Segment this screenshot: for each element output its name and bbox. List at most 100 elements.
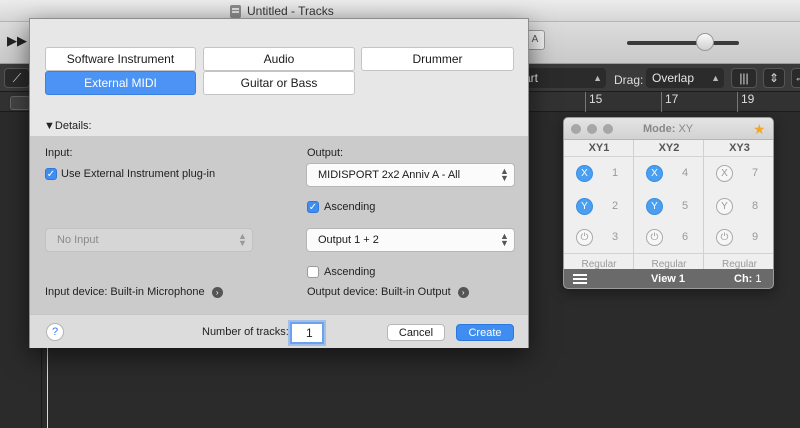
cancel-button[interactable]: Cancel	[387, 324, 445, 341]
details-section: Input: ✓ Use External Instrument plug-in…	[30, 136, 528, 314]
drag-mode-select[interactable]: Overlap ▲▼	[646, 68, 724, 103]
type-drummer-button[interactable]: Drummer	[361, 47, 514, 71]
power-icon[interactable]: ⏻	[576, 229, 593, 246]
input-device-arrow-icon[interactable]: ›	[211, 286, 223, 298]
input-select[interactable]: No Input ▲ ▼	[45, 228, 253, 252]
input-device-row: Input device: Built-in Microphone ›	[45, 286, 223, 298]
input-select-chevron-icon: ▲ ▼	[238, 231, 247, 248]
output-device-row: Output device: Built-in Output ›	[307, 286, 469, 298]
audio-output-value: Output 1 + 2	[318, 234, 379, 246]
power-number: 9	[752, 231, 759, 243]
horizontal-zoom-icon[interactable]: ⇔	[791, 68, 800, 88]
mode-value: XY	[678, 123, 694, 135]
number-of-tracks-input[interactable]: 1	[290, 322, 324, 344]
snap-select[interactable]: art ▲▼	[520, 68, 606, 103]
xy-column-1: XY1 X 1 Y 2 ⏻ 3 Regular	[564, 140, 634, 274]
midi-output-chevron-icon: ▲ ▼	[500, 166, 509, 183]
close-window-icon[interactable]	[571, 124, 581, 134]
y-axis-number: 8	[752, 200, 759, 212]
new-tracks-dialog: Software Instrument Audio Drummer Extern…	[29, 18, 529, 348]
midi-output-value: MIDISPORT 2x2 Anniv A - All	[318, 169, 461, 181]
xy-panel-header: Mode: XY ★	[564, 118, 773, 140]
window-title-area: Untitled - Tracks	[230, 4, 334, 18]
document-icon	[230, 4, 241, 18]
ruler-bar-15: 15	[589, 92, 603, 106]
y-axis-toggle-button[interactable]: Y	[716, 198, 733, 215]
menu-icon[interactable]	[573, 274, 587, 276]
audio-output-chevron-icon: ▲ ▼	[500, 231, 509, 248]
type-software-instrument-button[interactable]: Software Instrument	[45, 47, 196, 71]
xy-column-title: XY2	[634, 140, 704, 157]
channel-indicator[interactable]: Ch: 1	[734, 273, 762, 285]
midi-output-select[interactable]: MIDISPORT 2x2 Anniv A - All ▲ ▼	[306, 163, 515, 187]
number-of-tracks-label: Number of tracks:	[202, 326, 289, 338]
type-guitar-or-bass-button[interactable]: Guitar or Bass	[203, 71, 355, 95]
ascending-midi-checkbox[interactable]: ✓	[307, 201, 319, 213]
input-select-value: No Input	[57, 234, 99, 246]
xy-column-3: XY3 X 7 Y 8 ⏻ 9 Regular	[704, 140, 773, 274]
input-device-label: Input device: Built-in Microphone	[45, 286, 205, 298]
x-axis-number: 7	[752, 167, 759, 179]
xy-controller-panel: Mode: XY ★ XY1 X 1 Y 2 ⏻ 3 Regular XY2 X…	[563, 117, 774, 289]
waveform-zoom-icon[interactable]: |||	[731, 68, 757, 88]
output-label: Output:	[307, 147, 344, 159]
master-volume-knob[interactable]	[696, 33, 714, 51]
details-label: Details:	[54, 120, 92, 132]
y-axis-toggle-button[interactable]: Y	[576, 198, 593, 215]
track-header-button[interactable]	[10, 96, 30, 110]
y-axis-toggle-button[interactable]: Y	[646, 198, 663, 215]
use-external-plugin-label: Use External Instrument plug-in	[61, 168, 216, 180]
drag-label: Drag:	[614, 73, 644, 87]
drag-mode-value: Overlap	[652, 71, 695, 85]
output-device-arrow-icon[interactable]: ›	[457, 286, 469, 298]
help-button[interactable]: ?	[46, 323, 64, 341]
window-title: Untitled - Tracks	[247, 4, 334, 18]
minimize-window-icon[interactable]	[587, 124, 597, 134]
xy-panel-footer: View 1 Ch: 1	[564, 269, 773, 288]
mode-indicator: Mode: XY	[643, 123, 693, 135]
ascending-audio-label: Ascending	[324, 266, 376, 278]
input-label: Input:	[45, 147, 73, 159]
ruler-bar-17: 17	[665, 92, 679, 106]
x-axis-number: 4	[682, 167, 689, 179]
xy-column-title: XY3	[704, 140, 773, 157]
x-axis-toggle-button[interactable]: X	[646, 165, 663, 182]
x-axis-toggle-button[interactable]: X	[576, 165, 593, 182]
favorite-star-icon[interactable]: ★	[753, 121, 766, 138]
y-axis-number: 2	[612, 200, 619, 212]
dialog-footer: ? Number of tracks: 1 Cancel Create	[30, 314, 528, 348]
zoom-window-icon[interactable]	[603, 124, 613, 134]
create-button[interactable]: Create	[456, 324, 514, 341]
ruler-tick	[585, 92, 586, 112]
xy-column-2: XY2 X 4 Y 5 ⏻ 6 Regular	[634, 140, 704, 274]
channel-value: 1	[755, 273, 762, 285]
type-external-midi-button[interactable]: External MIDI	[45, 71, 196, 95]
power-number: 6	[682, 231, 689, 243]
ruler-tick	[661, 92, 662, 112]
power-icon[interactable]: ⏻	[646, 229, 663, 246]
automation-tool-icon[interactable]: ⟋	[4, 68, 30, 88]
vertical-zoom-icon[interactable]: ⇕	[763, 68, 785, 88]
use-external-plugin-checkbox[interactable]: ✓	[45, 168, 57, 180]
ascending-audio-checkbox[interactable]	[307, 266, 319, 278]
details-bar: ▼Details:	[30, 117, 528, 136]
fast-forward-icon[interactable]: ▶▶	[6, 30, 28, 52]
mode-label: Mode:	[643, 123, 676, 135]
details-disclosure[interactable]: ▼Details:	[44, 120, 92, 132]
output-device-label: Output device: Built-in Output	[307, 286, 451, 298]
channel-label: Ch:	[734, 273, 753, 285]
type-audio-button[interactable]: Audio	[203, 47, 355, 71]
master-volume-slider[interactable]	[627, 41, 739, 45]
y-axis-number: 5	[682, 200, 689, 212]
ruler-bar-19: 19	[741, 92, 755, 106]
x-axis-toggle-button[interactable]: X	[716, 165, 733, 182]
track-type-section: Software Instrument Audio Drummer Extern…	[30, 19, 528, 136]
power-number: 3	[612, 231, 619, 243]
audio-output-select[interactable]: Output 1 + 2 ▲ ▼	[306, 228, 515, 252]
x-axis-number: 1	[612, 167, 619, 179]
ascending-midi-label: Ascending	[324, 201, 376, 213]
view-label[interactable]: View 1	[651, 273, 685, 285]
power-icon[interactable]: ⏻	[716, 229, 733, 246]
xy-column-title: XY1	[564, 140, 634, 157]
ruler-tick	[737, 92, 738, 112]
